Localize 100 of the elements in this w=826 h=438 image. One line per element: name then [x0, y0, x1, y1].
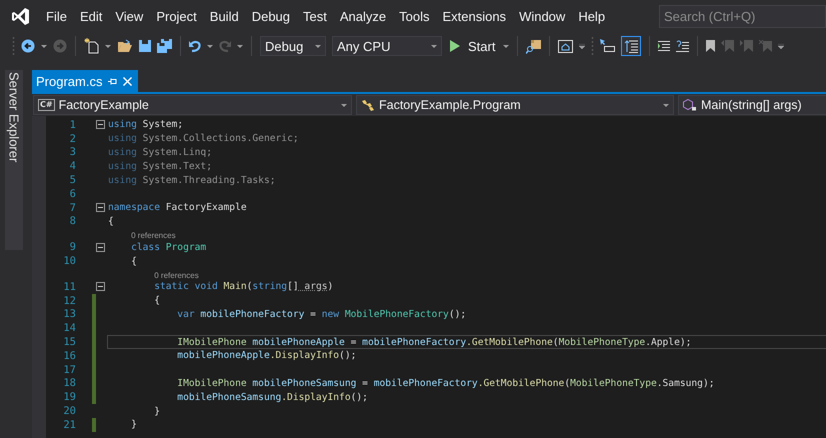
- code-line: class Program: [130, 242, 206, 253]
- tab-label[interactable]: Program.cs: [36, 74, 102, 88]
- caret-icon[interactable]: [207, 44, 213, 48]
- code-line: mobilePhoneApple.DisplayInfo();: [176, 350, 356, 362]
- line-number: 11: [62, 280, 76, 293]
- line-number: 18: [62, 377, 76, 390]
- method-icon: [683, 99, 697, 111]
- menu-item[interactable]: Tools: [393, 4, 436, 28]
- caret-icon: [341, 104, 347, 106]
- caret-icon[interactable]: [237, 44, 243, 48]
- caret-icon: [431, 44, 437, 48]
- line-number: 14: [62, 322, 76, 334]
- collapse-icon[interactable]: [96, 282, 105, 292]
- collapse-icon[interactable]: [96, 242, 105, 252]
- open-folder-icon[interactable]: [117, 39, 133, 53]
- menu-item[interactable]: File: [40, 4, 74, 28]
- line-number: 7: [68, 202, 76, 214]
- menu-item[interactable]: Build: [204, 4, 246, 28]
- collapse-icon[interactable]: [96, 120, 105, 130]
- logo-icon: [11, 6, 30, 26]
- sync-view-button[interactable]: [621, 36, 642, 56]
- back-icon[interactable]: [21, 39, 35, 53]
- line-number: 17: [62, 364, 76, 376]
- pin-icon[interactable]: [108, 76, 118, 86]
- pointer-icon[interactable]: [600, 39, 616, 53]
- line-number: 1: [68, 118, 76, 131]
- undo-icon[interactable]: [189, 39, 201, 53]
- line-number: 21: [62, 418, 76, 431]
- code-line: using System.Text;: [108, 160, 212, 172]
- overflow-caret-icon[interactable]: [778, 44, 784, 48]
- menu-item[interactable]: Extensions: [436, 4, 514, 28]
- line-number: 8: [68, 215, 76, 228]
- caret-icon: [315, 44, 321, 48]
- line-number: 5: [68, 174, 76, 186]
- start-button[interactable]: Start: [448, 38, 498, 54]
- references-link[interactable]: 0 references: [131, 231, 176, 240]
- code-line: mobilePhoneSamsung.DisplayInfo();: [176, 392, 368, 403]
- code-line: var mobilePhoneFactory = new MobilePhoneFactory();: [176, 308, 466, 320]
- menu-item[interactable]: Window: [513, 4, 572, 28]
- line-number: 9: [68, 241, 76, 254]
- caret-icon: [663, 104, 669, 106]
- code-line: using System;: [108, 119, 184, 130]
- configuration-dropdown[interactable]: Debug: [260, 36, 326, 56]
- code-line: static void Main(string[] args): [153, 281, 334, 292]
- code-line: IMobilePhone mobilePhoneSamsung = mobilePhoneFactory.GetMobilePhone(MobilePhoneType.Samsung);: [176, 378, 715, 389]
- collapse-icon[interactable]: [96, 203, 105, 212]
- code-line: }: [130, 419, 137, 430]
- code-line: {: [130, 256, 137, 267]
- code-line: using System.Collections.Generic;: [108, 133, 299, 144]
- line-number: 20: [62, 405, 76, 418]
- toolbar-grip[interactable]: [12, 36, 15, 56]
- home-window-icon[interactable]: [558, 40, 574, 52]
- line-number: 4: [68, 160, 76, 172]
- overflow-caret-icon[interactable]: [579, 44, 586, 48]
- save-icon[interactable]: [139, 40, 151, 52]
- align-lines-icon[interactable]: [658, 40, 670, 52]
- toolbar-grip[interactable]: [591, 36, 594, 56]
- menu-item[interactable]: Debug: [246, 4, 298, 28]
- comment-lines-icon[interactable]: [676, 40, 690, 52]
- bookmark-icon[interactable]: [706, 40, 716, 52]
- save-all-icon[interactable]: [157, 39, 172, 53]
- menu-item[interactable]: Project: [150, 4, 204, 28]
- project-dropdown[interactable]: C# FactoryExample: [33, 95, 352, 115]
- code-line: {: [108, 216, 114, 227]
- type-name: FactoryExample.Program: [379, 98, 521, 112]
- caret-icon[interactable]: [105, 44, 111, 48]
- menu-item[interactable]: View: [109, 4, 150, 28]
- caret-icon[interactable]: [503, 44, 510, 48]
- code-line: IMobilePhone mobilePhoneApple = mobilePhoneFactory.GetMobilePhone(MobilePhoneType.Apple);: [176, 336, 692, 348]
- caret-icon[interactable]: [41, 44, 47, 48]
- menu-item[interactable]: Analyze: [334, 4, 394, 28]
- project-name: FactoryExample: [58, 98, 149, 112]
- menu-item[interactable]: Test: [297, 4, 334, 28]
- line-number: 15: [62, 336, 76, 348]
- code-line: using System.Threading.Tasks;: [108, 174, 276, 186]
- code-line: namespace FactoryExample: [108, 202, 247, 214]
- line-number: 12: [62, 294, 76, 307]
- line-number: 2: [68, 132, 76, 145]
- find-folder-icon[interactable]: [526, 38, 542, 54]
- line-number: 13: [62, 308, 76, 320]
- class-icon: [361, 99, 375, 111]
- type-dropdown[interactable]: FactoryExample.Program: [356, 95, 674, 115]
- csharp-badge: C#: [38, 99, 55, 111]
- line-number: 16: [62, 350, 76, 362]
- menu-item[interactable]: Edit: [74, 4, 110, 28]
- member-dropdown[interactable]: Main(string[] args): [678, 95, 826, 115]
- member-name: Main(string[] args): [701, 98, 802, 112]
- platform-dropdown[interactable]: Any CPU: [332, 36, 442, 56]
- code-line: using System.Linq;: [108, 146, 212, 158]
- line-number: 3: [68, 146, 76, 158]
- document-tab[interactable]: Program.cs: [32, 70, 138, 92]
- menu-item[interactable]: Help: [572, 4, 612, 28]
- new-item-icon[interactable]: [84, 38, 99, 54]
- code-line: {: [153, 295, 160, 306]
- search-field[interactable]: Search (Ctrl+Q): [659, 4, 826, 28]
- line-number: 10: [62, 255, 76, 268]
- references-link[interactable]: 0 references: [154, 270, 199, 280]
- close-icon[interactable]: [123, 76, 132, 86]
- play-icon: [450, 40, 460, 52]
- side-panel-tab[interactable]: Server Explorer: [5, 70, 23, 250]
